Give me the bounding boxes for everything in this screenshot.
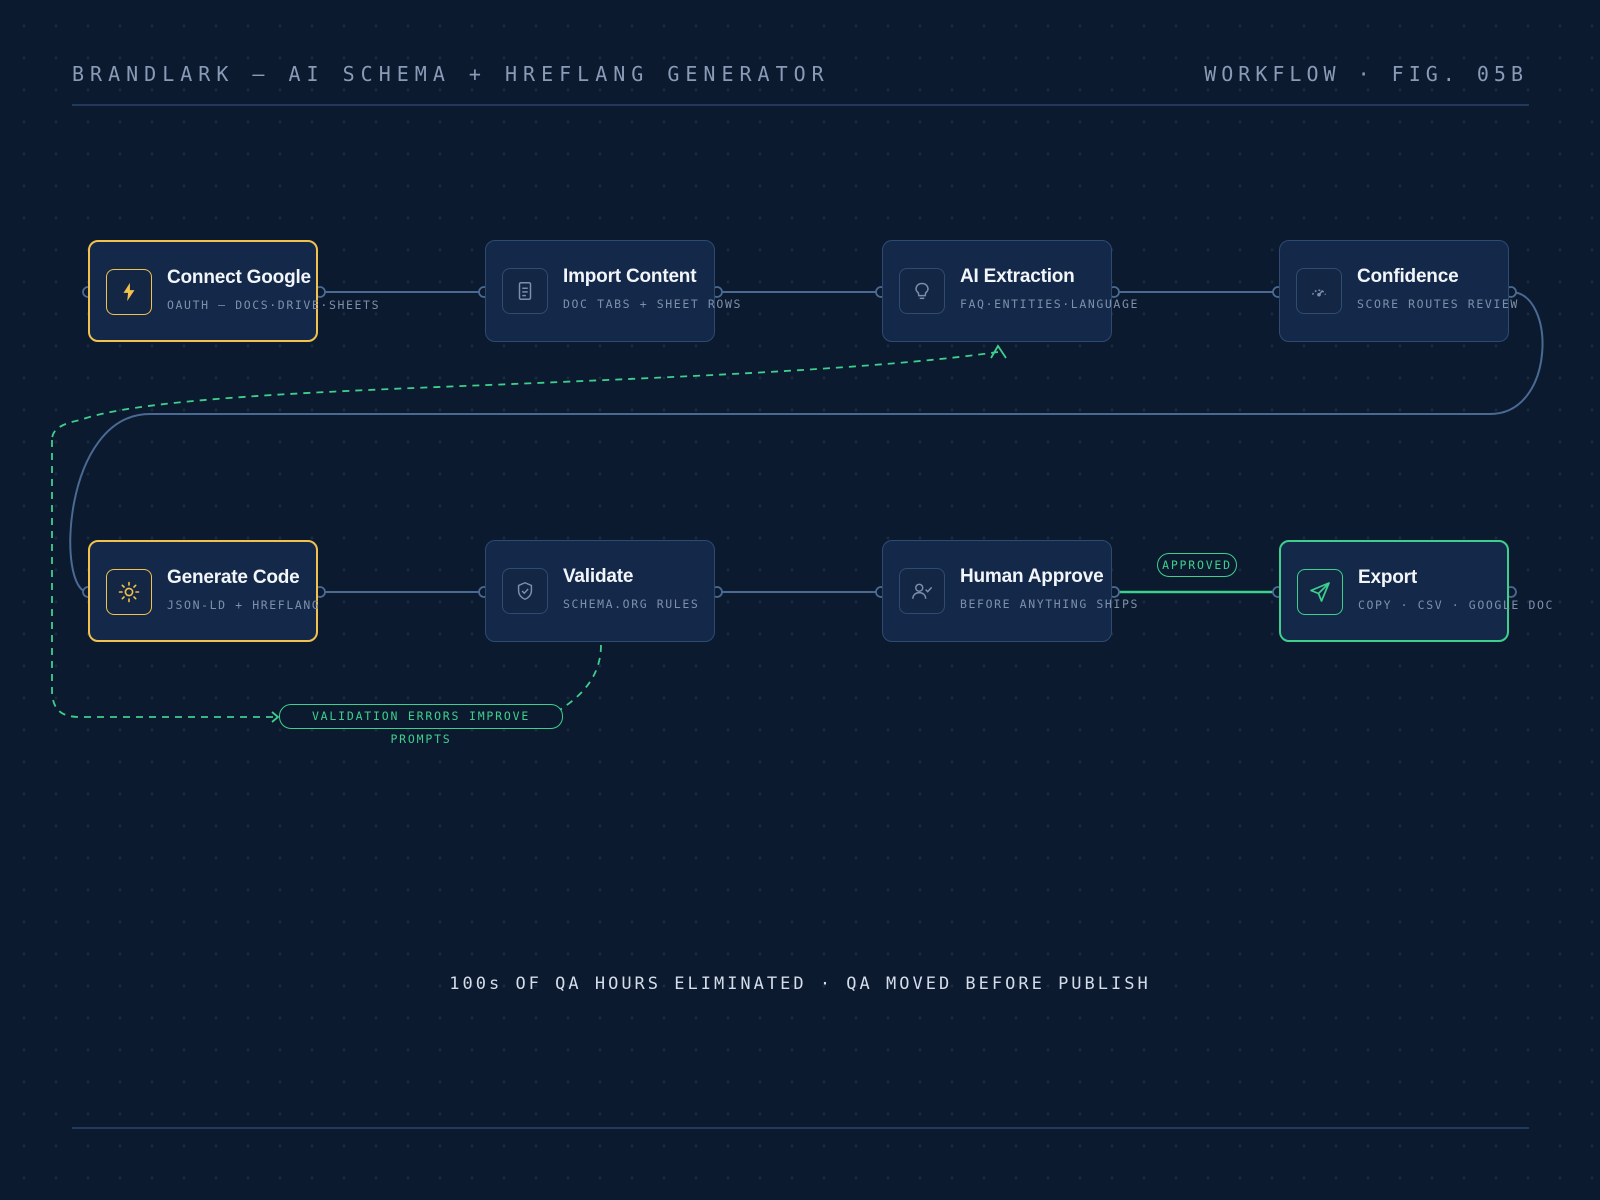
node-subtitle: SCHEMA.ORG RULES: [563, 597, 700, 611]
document-icon: [502, 268, 548, 314]
approved-edge-label: APPROVED: [1157, 553, 1237, 577]
shield-check-icon: [502, 568, 548, 614]
lightbulb-icon: [899, 268, 945, 314]
footer-divider: [72, 1127, 1529, 1129]
node-connect-google[interactable]: Connect Google OAUTH — DOCS·DRIVE·SHEETS: [88, 240, 378, 342]
node-title: Generate Code: [167, 567, 300, 588]
node-import-content[interactable]: Import Content DOC TABS + SHEET ROWS: [485, 240, 740, 342]
node-title: Validate: [563, 566, 634, 587]
node-title: Export: [1358, 567, 1417, 588]
node-title: Human Approve: [960, 566, 1104, 587]
feedback-edge-from-validate: [557, 644, 602, 712]
node-title: Import Content: [563, 266, 697, 287]
node-generate-code[interactable]: Generate Code JSON-LD + HREFLANG: [88, 540, 321, 642]
node-confidence[interactable]: Confidence SCORE ROUTES REVIEW: [1279, 240, 1517, 342]
footer-tagline: 100s OF QA HOURS ELIMINATED · QA MOVED B…: [449, 974, 1151, 994]
node-subtitle: COPY · CSV · GOOGLE DOC: [1358, 598, 1555, 612]
lightning-bolt-icon: [106, 269, 152, 315]
node-title: AI Extraction: [960, 266, 1075, 287]
node-export[interactable]: Export COPY · CSV · GOOGLE DOC: [1279, 540, 1552, 642]
node-subtitle: OAUTH — DOCS·DRIVE·SHEETS: [167, 298, 381, 312]
node-ai-extraction[interactable]: AI Extraction FAQ·ENTITIES·LANGUAGE: [882, 240, 1137, 342]
feedback-edge-to-extraction: [51, 351, 999, 441]
node-human-approve[interactable]: Human Approve BEFORE ANYTHING SHIPS: [882, 540, 1137, 642]
sun-gear-icon: [106, 569, 152, 615]
gauge-icon: [1296, 268, 1342, 314]
user-check-icon: [899, 568, 945, 614]
node-subtitle: DOC TABS + SHEET ROWS: [563, 297, 742, 311]
node-subtitle: JSON-LD + HREFLANG: [167, 598, 321, 612]
node-subtitle: BEFORE ANYTHING SHIPS: [960, 597, 1139, 611]
node-subtitle: FAQ·ENTITIES·LANGUAGE: [960, 297, 1139, 311]
node-validate[interactable]: Validate SCHEMA.ORG RULES: [485, 540, 715, 642]
feedback-edge-label: VALIDATION ERRORS IMPROVE PROMPTS: [279, 704, 563, 746]
node-subtitle: SCORE ROUTES REVIEW: [1357, 297, 1519, 311]
node-title: Connect Google: [167, 267, 311, 288]
send-icon: [1297, 569, 1343, 615]
node-title: Confidence: [1357, 266, 1459, 287]
